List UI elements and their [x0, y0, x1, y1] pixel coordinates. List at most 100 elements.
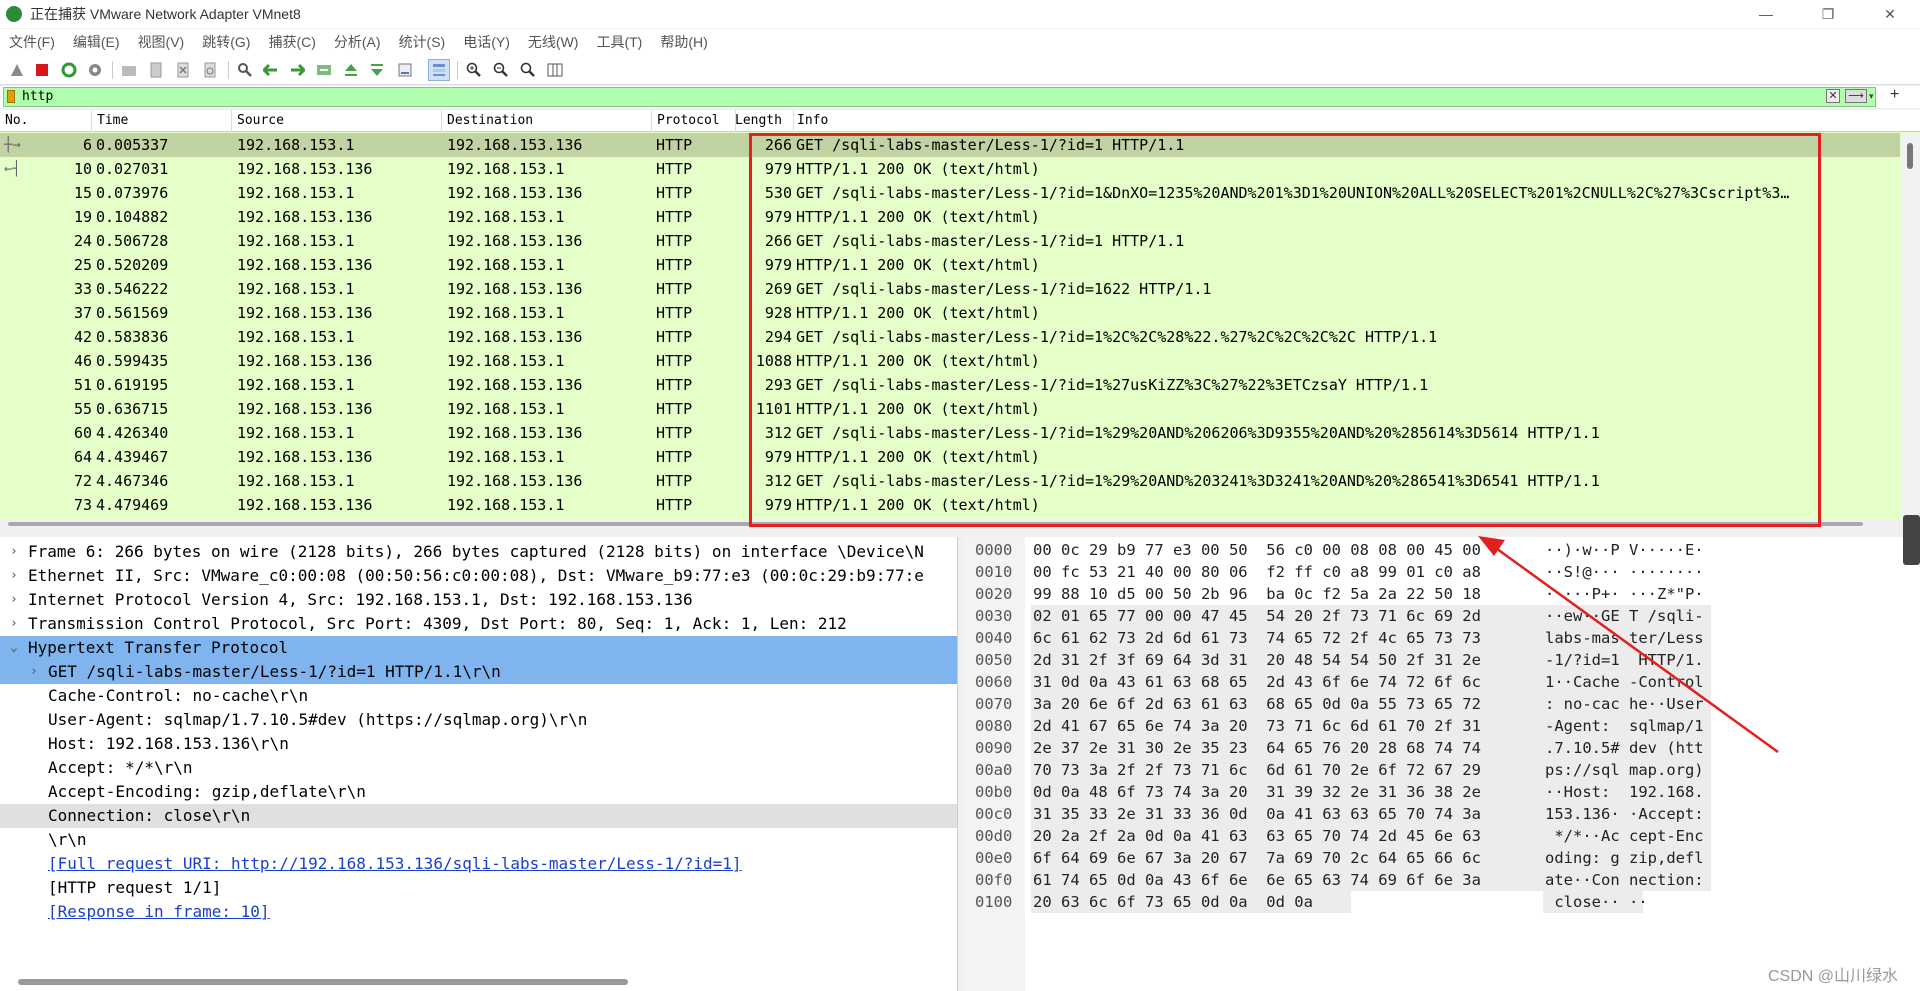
last-icon[interactable] — [366, 59, 388, 81]
hex-bytes[interactable]: 00 fc 53 21 40 00 80 06 f2 ff c0 a8 99 0… — [1033, 561, 1481, 583]
menu-item[interactable]: 无线(W) — [519, 32, 588, 52]
detail-tree-item[interactable]: [Response in frame: 10] — [0, 900, 957, 924]
hex-bytes[interactable]: 31 35 33 2e 31 33 36 0d 0a 41 63 63 65 7… — [1033, 803, 1481, 825]
column-header-protocol[interactable]: Protocol — [652, 110, 736, 132]
hex-bytes[interactable]: 6c 61 62 73 2d 6d 61 73 74 65 72 2f 4c 6… — [1033, 627, 1481, 649]
goto-icon[interactable] — [313, 59, 335, 81]
hex-bytes[interactable]: 00 0c 29 b9 77 e3 00 50 56 c0 00 08 08 0… — [1033, 539, 1481, 561]
detail-tree-item[interactable]: [HTTP request 1/1] — [0, 876, 957, 900]
zoom-out-icon[interactable] — [490, 59, 512, 81]
zoom-in-icon[interactable] — [463, 59, 485, 81]
menu-item[interactable]: 捕获(C) — [259, 32, 324, 52]
hex-ascii[interactable]: : no-cac he··User — [1545, 693, 1704, 715]
hex-ascii[interactable]: 1··Cache -Control — [1545, 671, 1704, 693]
packet-row[interactable]: ┼→ 6 0.005337 192.168.153.1 192.168.153.136 H… — [0, 133, 1900, 157]
detail-tree-item[interactable]: Host: 192.168.153.136\r\n — [0, 732, 957, 756]
packet-list-scrollbar[interactable] — [1902, 133, 1920, 521]
packet-row[interactable]: 37 0.561569 192.168.153.136 192.168.153.1 HT… — [0, 301, 1900, 325]
hex-ascii[interactable]: ate··Con nection: — [1545, 869, 1704, 891]
menu-item[interactable]: 视图(V) — [129, 32, 194, 52]
column-header-no[interactable]: No. — [0, 110, 92, 132]
autoscroll-icon[interactable] — [394, 59, 416, 81]
packet-row[interactable]: 51 0.619195 192.168.153.1 192.168.153.136 HT… — [0, 373, 1900, 397]
packet-row[interactable]: 64 4.439467 192.168.153.136 192.168.153.1 HT… — [0, 445, 1900, 469]
packet-row[interactable]: 33 0.546222 192.168.153.1 192.168.153.136 HT… — [0, 277, 1900, 301]
menu-item[interactable]: 电话(Y) — [454, 32, 519, 52]
display-filter-input[interactable]: http — [3, 87, 1876, 107]
chevron-right-icon[interactable]: › — [10, 564, 24, 588]
packet-row[interactable]: 25 0.520209 192.168.153.136 192.168.153.1 HT… — [0, 253, 1900, 277]
hex-ascii[interactable]: ··)·w··P V·····E· — [1545, 539, 1704, 561]
shark-start-icon[interactable] — [6, 59, 28, 81]
detail-tree-item[interactable]: User-Agent: sqlmap/1.7.10.5#dev (https:/… — [0, 708, 957, 732]
hex-bytes[interactable]: 61 74 65 0d 0a 43 6f 6e 6e 65 63 74 69 6… — [1033, 869, 1481, 891]
pane-splitter-handle[interactable] — [1903, 515, 1920, 565]
column-header-info[interactable]: Info — [792, 110, 1920, 132]
chevron-right-icon[interactable]: › — [10, 612, 24, 636]
hex-ascii[interactable]: 153.136· ·Accept: — [1545, 803, 1704, 825]
detail-tree-item[interactable]: › Internet Protocol Version 4, Src: 192.1… — [0, 588, 957, 612]
hex-bytes[interactable]: 3a 20 6e 6f 2d 63 61 63 68 65 0d 0a 55 7… — [1033, 693, 1481, 715]
hex-ascii[interactable]: .7.10.5# dev (htt — [1545, 737, 1704, 759]
restart-icon[interactable] — [58, 59, 80, 81]
colorize-icon[interactable] — [428, 59, 450, 81]
detail-tree-item[interactable]: › Frame 6: 266 bytes on wire (2128 bits),… — [0, 540, 957, 564]
chevron-down-icon[interactable]: ⌄ — [10, 636, 24, 660]
first-icon[interactable] — [340, 59, 362, 81]
hex-bytes[interactable]: 99 88 10 d5 00 50 2b 96 ba 0c f2 5a 2a 2… — [1033, 583, 1481, 605]
menu-item[interactable]: 分析(A) — [325, 32, 390, 52]
filter-history-dropdown[interactable]: ▾ — [1869, 89, 1879, 103]
menu-item[interactable]: 文件(F) — [0, 32, 64, 52]
find-icon[interactable] — [234, 59, 256, 81]
maximize-button[interactable]: ❐ — [1798, 0, 1858, 28]
hscrollbar-thumb[interactable] — [8, 522, 1863, 526]
detail-tree-item[interactable]: \r\n — [0, 828, 957, 852]
options-icon[interactable] — [84, 59, 106, 81]
close-file-icon[interactable] — [172, 59, 194, 81]
packet-row[interactable]: 19 0.104882 192.168.153.136 192.168.153.1 HT… — [0, 205, 1900, 229]
detail-tree-item[interactable]: [Full request URI: http://192.168.153.13… — [0, 852, 957, 876]
chevron-right-icon[interactable]: › — [30, 660, 44, 684]
hex-bytes[interactable]: 6f 64 69 6e 67 3a 20 67 7a 69 70 2c 64 6… — [1033, 847, 1481, 869]
detail-tree-item[interactable]: Connection: close\r\n — [0, 804, 957, 828]
filter-apply-button[interactable]: ⟶ — [1845, 89, 1867, 103]
menu-item[interactable]: 统计(S) — [390, 32, 455, 52]
close-button[interactable]: ✕ — [1860, 0, 1920, 28]
add-filter-button[interactable]: + — [1890, 86, 1899, 104]
hex-bytes[interactable]: 20 2a 2f 2a 0d 0a 41 63 63 65 70 74 2d 4… — [1033, 825, 1481, 847]
hex-ascii[interactable]: */*··Ac cept-Enc — [1545, 825, 1703, 847]
packet-list-hscrollbar[interactable] — [0, 520, 1905, 528]
packet-row[interactable]: 60 4.426340 192.168.153.1 192.168.153.136 HT… — [0, 421, 1900, 445]
packet-row[interactable]: 55 0.636715 192.168.153.136 192.168.153.1 HT… — [0, 397, 1900, 421]
hex-ascii[interactable]: -1/?id=1 HTTP/1. — [1545, 649, 1704, 671]
hex-bytes[interactable]: 31 0d 0a 43 61 63 68 65 2d 43 6f 6e 74 7… — [1033, 671, 1481, 693]
hex-bytes[interactable]: 0d 0a 48 6f 73 74 3a 20 31 39 32 2e 31 3… — [1033, 781, 1481, 803]
hex-ascii[interactable]: oding: g zip,defl — [1545, 847, 1704, 869]
column-header-length[interactable]: Length — [730, 110, 794, 132]
detail-tree-item[interactable]: › Ethernet II, Src: VMware_c0:00:08 (00:5… — [0, 564, 957, 588]
packet-row[interactable]: 72 4.467346 192.168.153.1 192.168.153.136 HT… — [0, 469, 1900, 493]
stop-icon[interactable] — [31, 59, 53, 81]
hex-ascii[interactable]: close·· ·· — [1545, 891, 1647, 913]
detail-link[interactable]: [Full request URI: http://192.168.153.13… — [48, 852, 742, 876]
packet-row[interactable]: 42 0.583836 192.168.153.1 192.168.153.136 HT… — [0, 325, 1900, 349]
hex-bytes[interactable]: 20 63 6c 6f 73 65 0d 0a 0d 0a — [1033, 891, 1313, 913]
reload-icon[interactable] — [199, 59, 221, 81]
menu-item[interactable]: 工具(T) — [587, 32, 651, 52]
detail-tree-item[interactable]: › GET /sqli-labs-master/Less-1/?id=1 HTTP… — [0, 660, 957, 684]
detail-tree-item[interactable]: ⌄ Hypertext Transfer Protocol — [0, 636, 957, 660]
minimize-button[interactable]: — — [1736, 0, 1796, 28]
packet-row[interactable]: 46 0.599435 192.168.153.136 192.168.153.1 HT… — [0, 349, 1900, 373]
detail-tree-item[interactable]: Accept: */*\r\n — [0, 756, 957, 780]
scrollbar-thumb[interactable] — [1907, 143, 1913, 169]
column-header-source[interactable]: Source — [232, 110, 442, 132]
resize-columns-icon[interactable] — [544, 59, 566, 81]
zoom-reset-icon[interactable] — [517, 59, 539, 81]
menu-item[interactable]: 跳转(G) — [193, 32, 259, 52]
hex-bytes[interactable]: 02 01 65 77 00 00 47 45 54 20 2f 73 71 6… — [1033, 605, 1481, 627]
column-header-time[interactable]: Time — [92, 110, 232, 132]
menu-item[interactable]: 编辑(E) — [64, 32, 129, 52]
detail-link[interactable]: [Response in frame: 10] — [48, 900, 270, 924]
hex-bytes[interactable]: 2d 41 67 65 6e 74 3a 20 73 71 6c 6d 61 7… — [1033, 715, 1481, 737]
hex-ascii[interactable]: ··S!@··· ········ — [1545, 561, 1704, 583]
